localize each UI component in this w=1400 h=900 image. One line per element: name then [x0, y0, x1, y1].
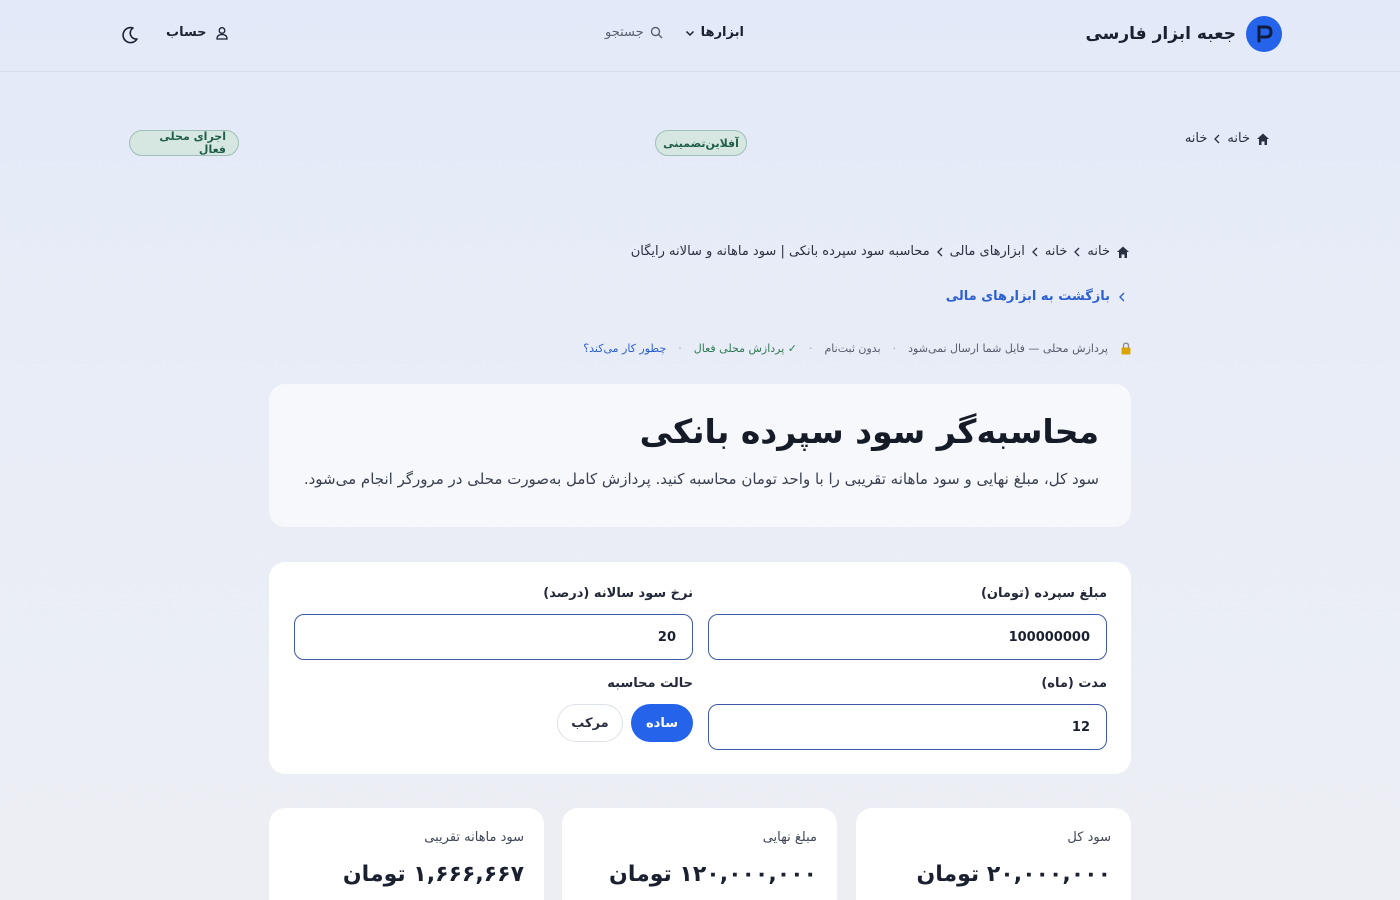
chevron-left-icon [1214, 134, 1220, 143]
logo-icon [1246, 16, 1282, 52]
account-button[interactable]: حساب [166, 25, 229, 40]
mode-simple-button[interactable]: ساده [631, 704, 693, 742]
main-nav: ابزارها جستجو [605, 25, 744, 40]
breadcrumb-current: محاسبه سود سپرده بانکی | سود ماهانه و سا… [630, 244, 930, 259]
breadcrumb-link-home[interactable]: خانه [1087, 244, 1110, 259]
search-label: جستجو [605, 25, 644, 40]
breadcrumb-link-home[interactable]: خانه [1045, 244, 1068, 259]
local-processing-text: پردازش محلی — فایل شما ارسال نمی‌شود [908, 342, 1108, 355]
result-label: سود کل [1067, 830, 1111, 845]
duration-months-input[interactable] [708, 704, 1107, 750]
rate-label: نرخ سود سالانه (درصد) [543, 586, 693, 601]
breadcrumb-link-home[interactable]: خانه [1185, 131, 1208, 146]
breadcrumb: خانه خانه ابزارهای مالی محاسبه سود سپرده… [631, 244, 1130, 259]
result-value: ۱,۶۶۶,۶۶۷ تومان [342, 862, 524, 887]
user-icon [215, 26, 228, 40]
offline-badge: آفلاین‌تضمینی [655, 130, 747, 156]
local-active-text: ✓ پردازش محلی فعال [693, 342, 797, 355]
back-to-finance-link[interactable]: بازگشت به ابزارهای مالی [946, 289, 1126, 304]
breadcrumb-link-home[interactable]: خانه [1227, 131, 1250, 146]
page-description: سود کل، مبلغ نهایی و سود ماهانه تقریبی ر… [303, 470, 1099, 488]
search-button[interactable]: جستجو [605, 25, 663, 40]
top-breadcrumb: خانه خانه [1185, 131, 1270, 146]
breadcrumb-link-finance[interactable]: ابزارهای مالی [950, 244, 1025, 259]
no-signup-text: بدون ثبت‌نام [824, 342, 881, 355]
how-it-works-link[interactable]: چطور کار می‌کند؟ [583, 342, 666, 355]
mode-compound-button[interactable]: مرکب [557, 704, 623, 742]
page-title: محاسبه‌گر سود سپرده بانکی [639, 412, 1099, 451]
tools-menu-button[interactable]: ابزارها [685, 25, 744, 40]
theme-toggle-button[interactable] [118, 25, 140, 47]
chevron-left-icon [1074, 247, 1080, 256]
interest-rate-input[interactable] [294, 614, 693, 660]
separator-dot: · [678, 342, 682, 355]
brand-name: جعبه ابزار فارسی [1085, 24, 1236, 44]
hero-card: محاسبه‌گر سود سپرده بانکی سود کل، مبلغ ن… [269, 384, 1131, 527]
result-label: مبلغ نهایی [762, 830, 817, 845]
result-card-monthly-profit: سود ماهانه تقریبی ۱,۶۶۶,۶۶۷ تومان [269, 808, 544, 900]
chevron-left-icon [936, 247, 943, 256]
result-label: سود ماهانه تقریبی [424, 830, 524, 845]
duration-label: مدت (ماه) [1041, 676, 1107, 691]
top-navigation-bar: جعبه ابزار فارسی ابزارها جستجو حساب [0, 0, 1400, 72]
deposit-label: مبلغ سپرده (تومان) [980, 586, 1107, 601]
home-icon [1257, 133, 1269, 145]
brand[interactable]: جعبه ابزار فارسی [1085, 16, 1282, 52]
calculator-form: مبلغ سپرده (تومان) نرخ سود سالانه (درصد)… [269, 562, 1131, 774]
result-card-total-profit: سود کل ۲۰,۰۰۰,۰۰۰ تومان [856, 808, 1131, 900]
mode-label: حالت محاسبه [607, 676, 693, 691]
home-icon [1117, 246, 1129, 258]
account-label: حساب [166, 25, 207, 40]
chevron-down-icon [685, 30, 694, 36]
search-icon [650, 26, 663, 39]
deposit-amount-input[interactable] [708, 614, 1107, 660]
tools-menu-label: ابزارها [700, 25, 744, 40]
chevron-left-icon [1119, 292, 1125, 301]
result-value: ۱۲۰,۰۰۰,۰۰۰ تومان [609, 862, 817, 887]
lock-icon [1121, 342, 1131, 355]
trust-indicators: پردازش محلی — فایل شما ارسال نمی‌شود · ب… [583, 342, 1132, 355]
separator-dot: · [892, 342, 897, 355]
result-card-final-amount: مبلغ نهایی ۱۲۰,۰۰۰,۰۰۰ تومان [562, 808, 837, 900]
local-run-badge: اجرای محلی فعال [129, 130, 239, 156]
back-link-label: بازگشت به ابزارهای مالی [945, 289, 1110, 304]
chevron-left-icon [1031, 247, 1038, 256]
moon-icon [122, 26, 138, 44]
separator-dot: · [809, 342, 813, 355]
result-value: ۲۰,۰۰۰,۰۰۰ تومان [916, 862, 1111, 887]
